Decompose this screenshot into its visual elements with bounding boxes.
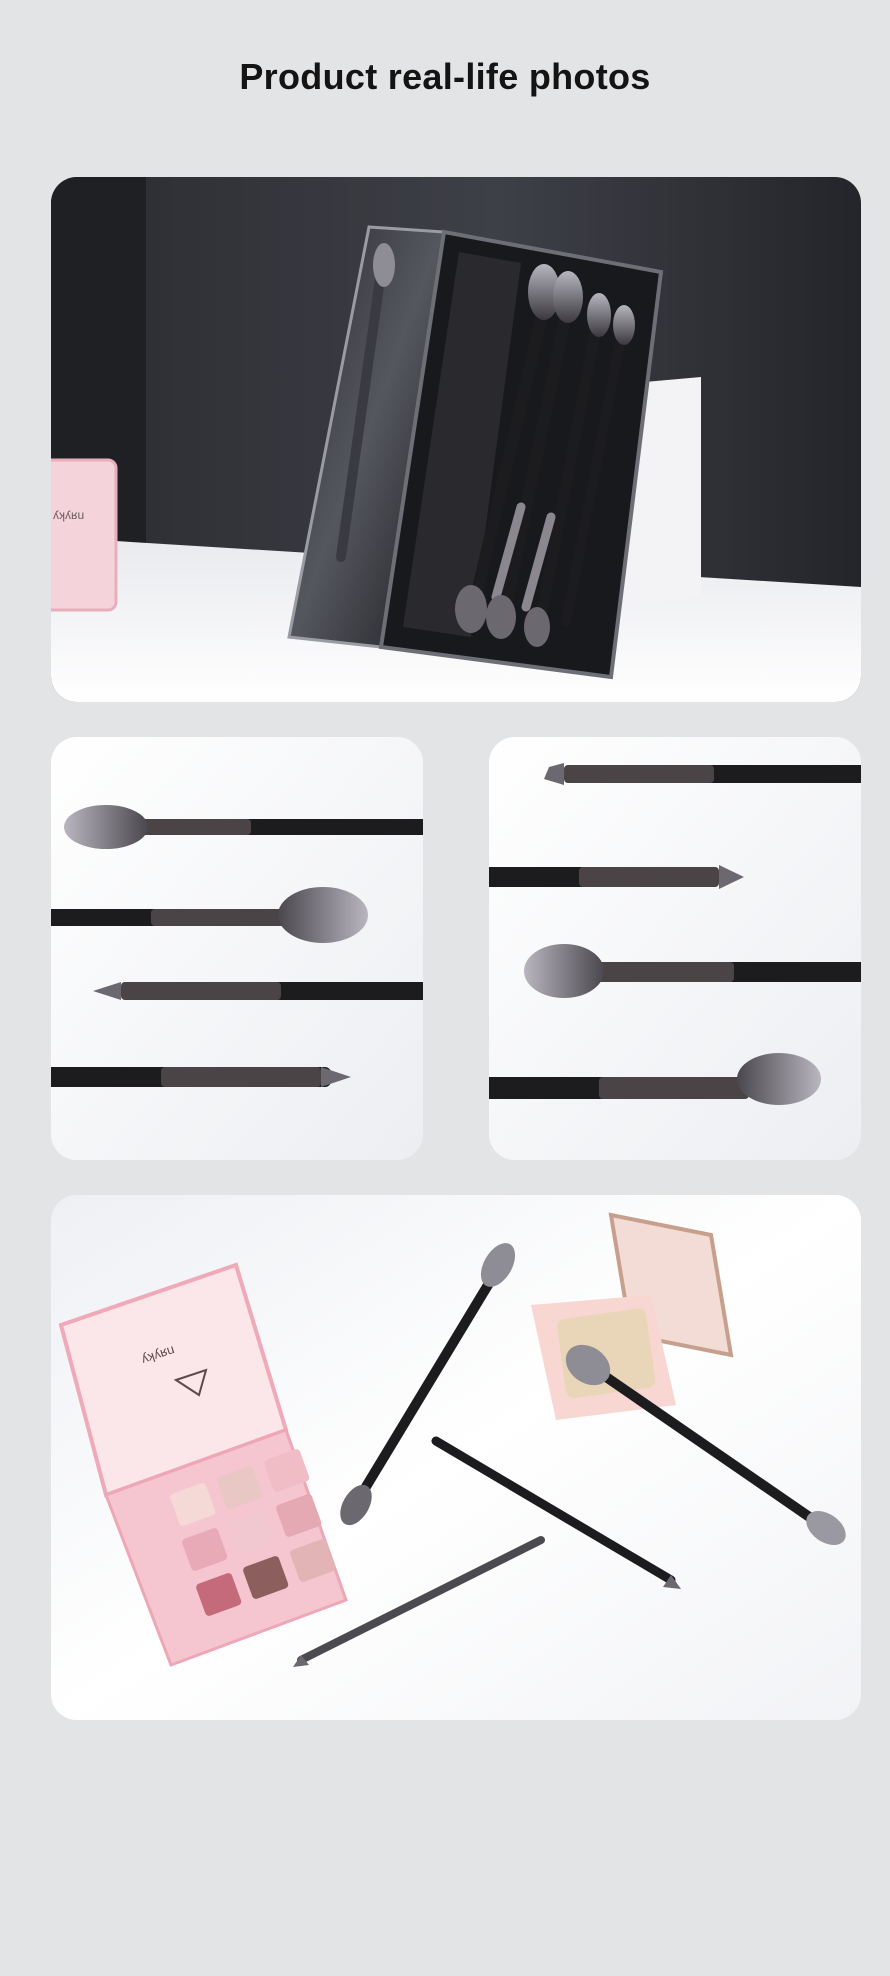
photo-brushes-with-palette: ʎʞʎʁu xyxy=(51,1195,861,1720)
brush-row-illustration-right xyxy=(489,737,861,1160)
svg-text:ʎʞʎʁu: ʎʞʎʁu xyxy=(53,508,84,522)
photo-brush-case-open: ʎʞʎʁu xyxy=(51,177,861,702)
brush-case-illustration: ʎʞʎʁu xyxy=(51,177,861,702)
palette-scene-illustration: ʎʞʎʁu xyxy=(51,1195,861,1720)
page-title: Product real-life photos xyxy=(239,56,651,97)
photo-four-brushes-left xyxy=(51,737,423,1160)
brush-row-illustration-left xyxy=(51,737,423,1160)
photo-four-brushes-right xyxy=(489,737,861,1160)
